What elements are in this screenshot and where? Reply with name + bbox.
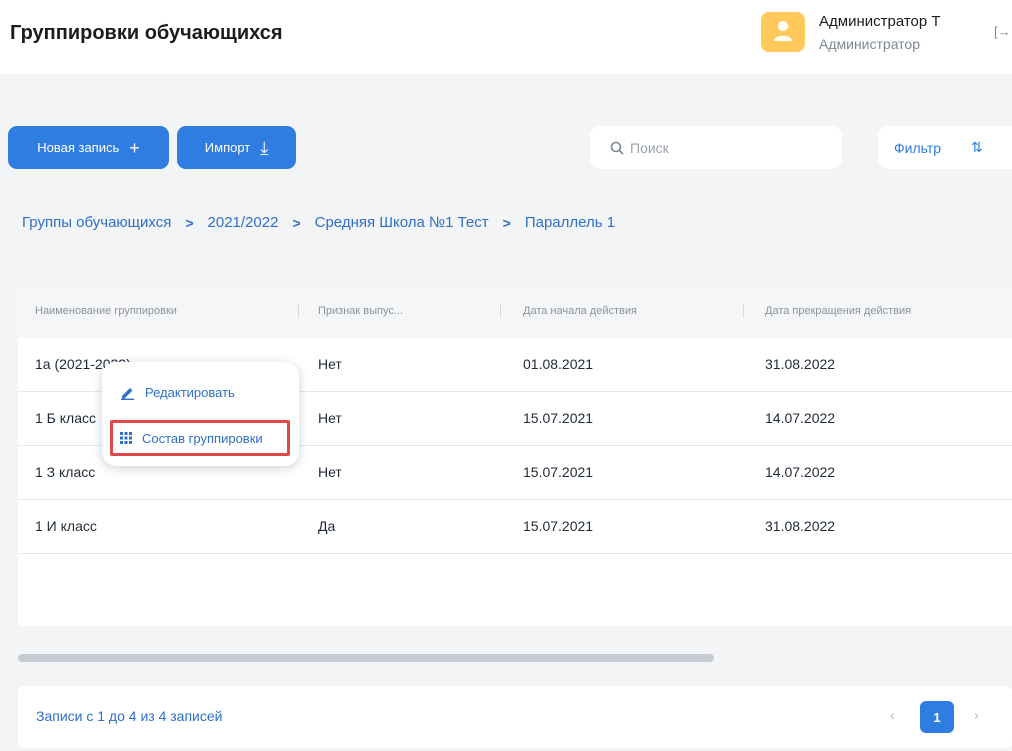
chevron-right-icon: >: [502, 214, 511, 231]
new-record-label: Новая запись: [37, 140, 120, 155]
avatar[interactable]: [761, 12, 805, 52]
search-input[interactable]: [630, 139, 810, 156]
cell-end-date: 31.08.2022: [765, 518, 836, 534]
cell-start-date: 15.07.2021: [523, 410, 594, 426]
menu-item-edit-label: Редактировать: [145, 384, 235, 400]
column-header-start-date[interactable]: Дата начала действия: [523, 305, 637, 317]
next-page-icon[interactable]: ›: [974, 707, 979, 723]
column-header-name[interactable]: Наименование группировки: [35, 305, 177, 317]
chevron-right-icon: >: [185, 214, 194, 231]
user-role: Администратор: [819, 36, 921, 52]
cell-end-date: 14.07.2022: [765, 410, 836, 426]
cell-graduate: Нет: [318, 410, 342, 426]
breadcrumb-item-school[interactable]: Средняя Школа №1 Тест: [315, 214, 489, 231]
cell-graduate: Нет: [318, 356, 342, 372]
filter-label: Фильтр: [894, 139, 942, 156]
column-divider[interactable]: [500, 304, 501, 318]
search-icon: [610, 141, 624, 155]
import-label: Импорт: [204, 140, 251, 155]
cell-name: 1 Б класс: [35, 410, 96, 426]
column-header-end-date[interactable]: Дата прекращения действия: [765, 305, 911, 317]
search-box[interactable]: [590, 126, 842, 169]
pencil-icon: [121, 387, 134, 400]
cell-name: 1 И класс: [35, 518, 97, 534]
breadcrumb-item-groups[interactable]: Группы обучающихся: [22, 214, 171, 231]
cell-start-date: 01.08.2021: [523, 356, 594, 372]
new-record-button[interactable]: Новая запись +: [8, 126, 169, 169]
prev-page-icon[interactable]: ‹: [890, 707, 895, 723]
cell-end-date: 14.07.2022: [765, 464, 836, 480]
cell-start-date: 15.07.2021: [523, 464, 594, 480]
user-name[interactable]: Администратор Т: [819, 13, 941, 30]
column-divider[interactable]: [298, 304, 299, 318]
user-icon: [774, 21, 792, 41]
table-header: Наименование группировки Признак выпус..…: [18, 286, 1012, 338]
chevron-right-icon: >: [292, 214, 301, 231]
records-info: Записи с 1 до 4 из 4 записей: [36, 708, 223, 724]
page-title: Группировки обучающихся: [10, 22, 283, 44]
row-context-menu: Редактировать Состав группировки: [102, 362, 299, 466]
cell-graduate: Да: [318, 518, 336, 534]
menu-item-edit[interactable]: Редактировать: [102, 370, 299, 414]
breadcrumb-item-parallel[interactable]: Параллель 1: [525, 214, 615, 231]
column-divider[interactable]: [743, 304, 744, 318]
page-button-current[interactable]: 1: [920, 701, 954, 733]
cell-start-date: 15.07.2021: [523, 518, 594, 534]
breadcrumb: Группы обучающихся > 2021/2022 > Средняя…: [22, 214, 615, 231]
import-button[interactable]: Импорт ⤓: [177, 126, 296, 169]
breadcrumb-item-year[interactable]: 2021/2022: [208, 214, 279, 231]
pagination-footer: Записи с 1 до 4 из 4 записей ‹ 1 ›: [18, 686, 1012, 748]
horizontal-scrollbar[interactable]: [18, 654, 714, 662]
cell-end-date: 31.08.2022: [765, 356, 836, 372]
table-row[interactable]: 1 И класс Да 15.07.2021 31.08.2022: [18, 500, 1012, 554]
sort-settings-icon[interactable]: ⇅: [971, 139, 983, 156]
download-icon: ⤓: [260, 137, 269, 158]
logout-icon[interactable]: [→: [994, 24, 1011, 39]
plus-icon: +: [129, 137, 140, 158]
cell-name: 1 З класс: [35, 464, 96, 480]
app-header: Группировки обучающихся Администратор Т …: [0, 0, 1012, 74]
cell-graduate: Нет: [318, 464, 342, 480]
filter-button[interactable]: Фильтр ⇅: [878, 126, 1012, 169]
column-header-graduate[interactable]: Признак выпус...: [318, 305, 403, 317]
highlight-box: [110, 420, 290, 456]
